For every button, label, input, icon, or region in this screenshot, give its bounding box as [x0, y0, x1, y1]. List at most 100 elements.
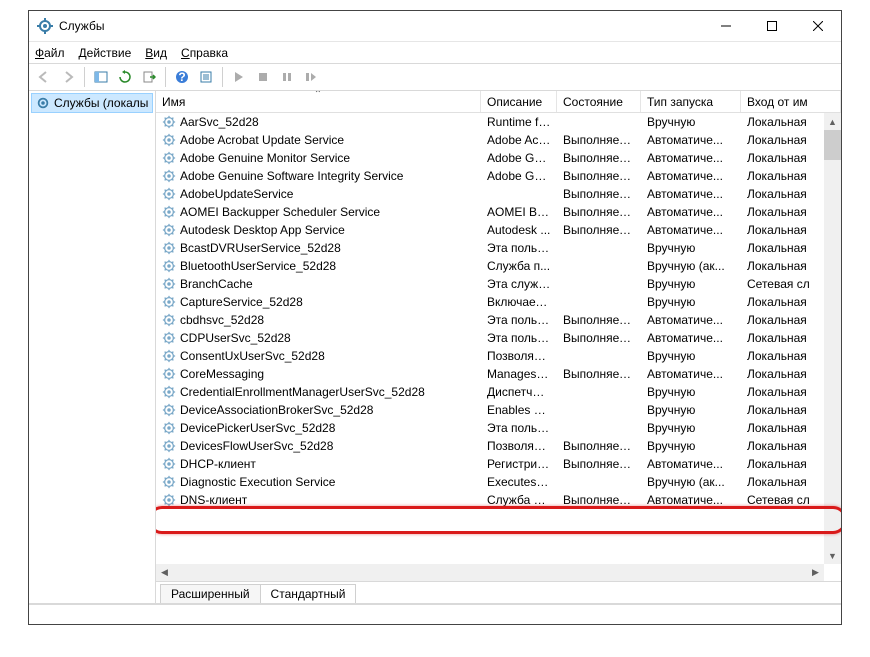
service-name: DNS-клиент [180, 493, 247, 507]
start-service-button[interactable] [228, 66, 250, 88]
menu-file[interactable]: Файл [35, 46, 65, 60]
horizontal-scrollbar[interactable]: ◀ ▶ [156, 564, 824, 581]
service-state: Выполняется [557, 169, 641, 183]
service-name: BluetoothUserService_52d28 [180, 259, 336, 273]
service-desc: Adobe Acr... [481, 133, 557, 147]
close-button[interactable] [795, 11, 841, 41]
service-desc: Позволяет... [481, 439, 557, 453]
service-icon [162, 259, 176, 273]
properties-button[interactable] [195, 66, 217, 88]
col-startup[interactable]: Тип запуска [641, 91, 741, 112]
service-desc: AOMEI Bac... [481, 205, 557, 219]
minimize-button[interactable] [703, 11, 749, 41]
service-row[interactable]: AarSvc_52d28Runtime fo...ВручнуюЛокальна… [156, 113, 841, 131]
service-row[interactable]: DHCP-клиентРегистрир...ВыполняетсяАвтома… [156, 455, 841, 473]
service-desc: Autodesk ... [481, 223, 557, 237]
service-desc: Диспетчер... [481, 385, 557, 399]
menu-view[interactable]: Вид [145, 46, 167, 60]
service-desc: Эта польз... [481, 313, 557, 327]
service-name: AOMEI Backupper Scheduler Service [180, 205, 380, 219]
service-icon [162, 169, 176, 183]
service-name: BcastDVRUserService_52d28 [180, 241, 341, 255]
service-row[interactable]: Adobe Genuine Monitor ServiceAdobe Gen..… [156, 149, 841, 167]
service-startup: Автоматиче... [641, 151, 741, 165]
show-hide-tree-button[interactable] [90, 66, 112, 88]
vertical-scrollbar[interactable]: ▲ ▼ [824, 113, 841, 564]
window-controls [703, 11, 841, 41]
rows-container: AarSvc_52d28Runtime fo...ВручнуюЛокальна… [156, 113, 841, 564]
service-name: BranchCache [180, 277, 253, 291]
view-tabs: Расширенный Стандартный [156, 581, 841, 603]
col-state[interactable]: Состояние [557, 91, 641, 112]
scroll-track[interactable] [824, 160, 841, 547]
service-name: CredentialEnrollmentManagerUserSvc_52d28 [180, 385, 425, 399]
body: Службы (локалы Имя⌃ Описание Состояние Т… [29, 91, 841, 604]
back-button[interactable] [33, 66, 55, 88]
service-row[interactable]: Autodesk Desktop App ServiceAutodesk ...… [156, 221, 841, 239]
tab-standard[interactable]: Стандартный [260, 584, 357, 603]
scroll-down-button[interactable]: ▼ [824, 547, 841, 564]
tree-root-item[interactable]: Службы (локалы [31, 93, 153, 113]
scroll-thumb[interactable] [824, 130, 841, 160]
column-headers: Имя⌃ Описание Состояние Тип запуска Вход… [156, 91, 841, 113]
menu-help[interactable]: Справка [181, 46, 228, 60]
tree-pane[interactable]: Службы (локалы [29, 91, 156, 603]
service-row[interactable]: CoreMessagingManages c...ВыполняетсяАвто… [156, 365, 841, 383]
scroll-up-button[interactable]: ▲ [824, 113, 841, 130]
forward-button[interactable] [57, 66, 79, 88]
list-pane: Имя⌃ Описание Состояние Тип запуска Вход… [156, 91, 841, 603]
service-startup: Вручную [641, 115, 741, 129]
scroll-right-button[interactable]: ▶ [807, 564, 824, 581]
service-row[interactable]: Adobe Genuine Software Integrity Service… [156, 167, 841, 185]
service-row[interactable]: DNS-клиентСлужба D...ВыполняетсяАвтомати… [156, 491, 841, 509]
service-row[interactable]: Adobe Acrobat Update ServiceAdobe Acr...… [156, 131, 841, 149]
service-row[interactable]: BluetoothUserService_52d28Служба п...Вру… [156, 257, 841, 275]
col-desc[interactable]: Описание [481, 91, 557, 112]
service-row[interactable]: AOMEI Backupper Scheduler Service AOMEI B… [156, 203, 841, 221]
maximize-button[interactable] [749, 11, 795, 41]
service-row[interactable]: BranchCacheЭта служб...ВручнуюСетевая сл [156, 275, 841, 293]
col-name[interactable]: Имя⌃ [156, 91, 481, 112]
service-icon [162, 115, 176, 129]
service-startup: Вручную [641, 421, 741, 435]
tab-extended[interactable]: Расширенный [160, 584, 261, 603]
service-startup: Автоматиче... [641, 493, 741, 507]
service-row[interactable]: CaptureService_52d28Включает ...ВручнуюЛ… [156, 293, 841, 311]
export-button[interactable] [138, 66, 160, 88]
service-name: AdobeUpdateService [180, 187, 293, 201]
service-row[interactable]: DevicePickerUserSvc_52d28Эта польз...Вру… [156, 419, 841, 437]
service-desc: Эта польз... [481, 331, 557, 345]
refresh-button[interactable] [114, 66, 136, 88]
help-button[interactable]: ? [171, 66, 193, 88]
statusbar [29, 604, 841, 624]
service-row[interactable]: AdobeUpdateServiceВыполняетсяАвтоматиче.… [156, 185, 841, 203]
service-state: Выполняется [557, 367, 641, 381]
service-desc: Executes di... [481, 475, 557, 489]
service-icon [162, 313, 176, 327]
service-icon [162, 349, 176, 363]
service-startup: Вручную [641, 277, 741, 291]
service-icon [162, 187, 176, 201]
service-icon [162, 475, 176, 489]
menu-action[interactable]: Действие [79, 46, 132, 60]
service-row[interactable]: DevicesFlowUserSvc_52d28Позволяет...Выпо… [156, 437, 841, 455]
service-row[interactable]: CDPUserSvc_52d28Эта польз...ВыполняетсяА… [156, 329, 841, 347]
service-row[interactable]: DeviceAssociationBrokerSvc_52d28Enables … [156, 401, 841, 419]
menubar: Файл Действие Вид Справка [29, 41, 841, 63]
service-state: Выполняется [557, 493, 641, 507]
services-window: Службы Файл Действие Вид Справка ? [28, 10, 842, 625]
service-startup: Вручную (ак... [641, 475, 741, 489]
service-row[interactable]: ConsentUxUserSvc_52d28Позволяет...Вручну… [156, 347, 841, 365]
col-logon[interactable]: Вход от им [741, 91, 841, 112]
service-desc: Adobe Gen... [481, 151, 557, 165]
service-row[interactable]: BcastDVRUserService_52d28Эта польз...Вру… [156, 239, 841, 257]
scroll-left-button[interactable]: ◀ [156, 564, 173, 581]
service-startup: Вручную [641, 385, 741, 399]
service-row[interactable]: Diagnostic Execution ServiceExecutes di.… [156, 473, 841, 491]
pause-service-button[interactable] [276, 66, 298, 88]
service-desc: Эта польз... [481, 421, 557, 435]
service-row[interactable]: cbdhsvc_52d28Эта польз...ВыполняетсяАвто… [156, 311, 841, 329]
restart-service-button[interactable] [300, 66, 322, 88]
stop-service-button[interactable] [252, 66, 274, 88]
service-row[interactable]: CredentialEnrollmentManagerUserSvc_52d28… [156, 383, 841, 401]
